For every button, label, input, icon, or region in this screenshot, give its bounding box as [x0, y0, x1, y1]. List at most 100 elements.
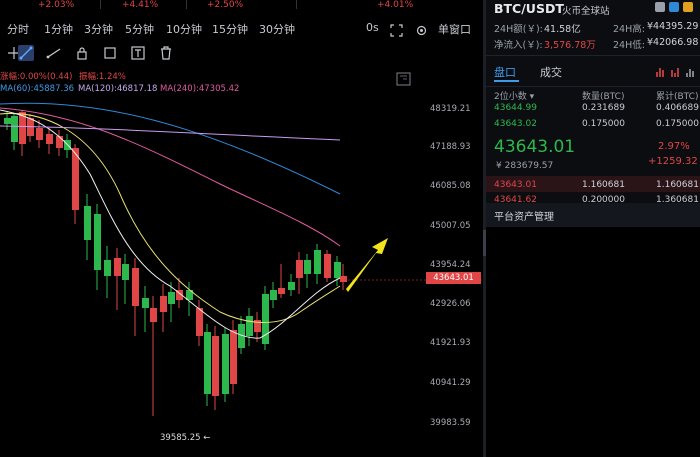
ma-short-line — [0, 112, 341, 323]
candle-body[interactable] — [56, 136, 63, 148]
candle-body[interactable] — [222, 334, 229, 394]
tab-orderbook[interactable]: 盘口 — [494, 64, 516, 80]
bar-chart-icon[interactable] — [671, 63, 681, 77]
candle-body[interactable] — [230, 330, 237, 384]
ask-qty: 0.175000 — [582, 119, 625, 129]
compare-icon[interactable] — [669, 2, 679, 12]
settings-gear-icon[interactable] — [415, 22, 428, 36]
volume-label: 24H额(￥): — [494, 24, 543, 35]
drawing-toolbar — [0, 42, 483, 64]
candle-body[interactable] — [288, 282, 295, 290]
candle-body[interactable] — [246, 316, 253, 336]
text-tool-icon[interactable] — [130, 45, 146, 61]
candle-body[interactable] — [122, 264, 129, 280]
ask-total: 0.175000 — [656, 119, 699, 129]
trash-icon[interactable] — [158, 45, 174, 61]
candle-body[interactable] — [204, 332, 211, 394]
candle-body[interactable] — [304, 260, 311, 274]
bid-price[interactable]: 43643.01 — [494, 180, 537, 190]
candle-body[interactable] — [324, 254, 331, 278]
single-window-button[interactable]: 单窗口 — [438, 21, 471, 37]
chart-expand-icon-lines — [400, 75, 407, 80]
ask-price[interactable]: 43643.02 — [494, 119, 537, 129]
candle-body[interactable] — [4, 118, 11, 124]
symbol-title: BTC/USDT — [494, 1, 564, 16]
candle-body[interactable] — [142, 298, 149, 308]
asset-management-label: 平台资产管理 — [494, 212, 554, 223]
high-label: 24H高: — [613, 24, 645, 35]
tf-10min[interactable]: 10分钟 — [166, 21, 202, 37]
last-price-cny: ¥ 283679.57 — [496, 161, 554, 171]
precision-select[interactable]: 2位小数 ▾ — [494, 89, 534, 102]
candle-body[interactable] — [168, 292, 175, 304]
candle-body[interactable] — [340, 276, 347, 282]
share-icon[interactable] — [655, 2, 665, 12]
change-indicator: 涨幅:0.00%(0.44) — [0, 72, 73, 82]
tf-realtime[interactable]: 分时 — [7, 21, 29, 37]
tf-3min[interactable]: 3分钟 — [84, 21, 113, 37]
candle-body[interactable] — [270, 290, 277, 300]
bar-chart-icon[interactable] — [686, 63, 696, 77]
last-price: 43643.01 — [494, 137, 576, 157]
ticker-change-1[interactable]: +2.03% — [38, 0, 74, 10]
tf-30min[interactable]: 30分钟 — [259, 21, 295, 37]
ticker-separator — [296, 0, 297, 9]
favorite-icon[interactable] — [683, 2, 693, 12]
candle-body[interactable] — [94, 214, 101, 270]
candle-body[interactable] — [84, 206, 91, 240]
trendline-tool-icon[interactable] — [18, 45, 34, 61]
qty-header: 数量(BTC) — [582, 92, 625, 102]
bid-row-clipped: 43641.62 0.200000 1.360681 — [486, 193, 700, 203]
candle-body[interactable] — [104, 260, 111, 276]
ma60-line — [0, 102, 341, 195]
candle-body[interactable] — [296, 260, 303, 278]
candle-body[interactable] — [150, 308, 157, 322]
ticker-change-3[interactable]: +2.50% — [207, 0, 243, 10]
low-price-value: 39585.25 — [160, 433, 201, 443]
price-axis-label: 47188.93 — [430, 142, 471, 152]
yellow-arrow-annotation — [346, 238, 388, 292]
price-axis-label: 45007.05 — [430, 221, 471, 231]
ticker-change-4[interactable]: +4.01% — [377, 0, 413, 10]
candle-body[interactable] — [160, 296, 167, 312]
candlestick-chart[interactable] — [0, 64, 483, 457]
tabs-divider — [486, 86, 700, 87]
ma60-indicator: MA(60):45887.36 — [0, 84, 75, 94]
ask-total: 0.406689 — [656, 103, 699, 113]
low-value: ¥42066.98 — [647, 37, 699, 48]
bid-qty: 0.200000 — [582, 195, 625, 203]
ray-tool-icon[interactable] — [46, 45, 62, 61]
tab-trades[interactable]: 成交 — [540, 64, 562, 80]
bid-price[interactable]: 43641.62 — [494, 195, 537, 203]
exchange-name[interactable]: 火币全球站 — [562, 3, 610, 17]
chart-panel: +2.03% +4.41% +2.50% +4.01% 分时 1分钟 3分钟 5… — [0, 0, 483, 457]
ticker-change-2[interactable]: +4.41% — [122, 0, 158, 10]
candle-body[interactable] — [196, 308, 203, 336]
bid-qty: 1.160681 — [582, 180, 625, 190]
interval-label[interactable]: 0s — [366, 21, 379, 34]
ask-price[interactable]: 43644.99 — [494, 103, 537, 113]
rectangle-tool-icon[interactable] — [102, 45, 118, 61]
bar-chart-icon[interactable] — [656, 63, 666, 77]
ma120-line — [0, 107, 341, 247]
candle-group — [4, 110, 347, 416]
candle-body[interactable] — [36, 128, 43, 140]
tf-15min[interactable]: 15分钟 — [212, 21, 248, 37]
candle-body[interactable] — [46, 134, 53, 144]
lock-icon[interactable] — [74, 45, 90, 61]
price-axis-label: 46085.08 — [430, 181, 471, 191]
tab-active-underline — [494, 80, 519, 82]
fullscreen-icon[interactable] — [390, 22, 403, 37]
timeframe-bar: 分时 1分钟 3分钟 5分钟 10分钟 15分钟 30分钟 0s 单窗口 — [0, 17, 483, 41]
tf-5min[interactable]: 5分钟 — [125, 21, 154, 37]
candle-body[interactable] — [114, 258, 121, 276]
tf-1min[interactable]: 1分钟 — [44, 21, 73, 37]
asset-management-bar[interactable]: 平台资产管理 — [486, 203, 700, 227]
candle-body[interactable] — [334, 262, 341, 278]
bid-total: 1.360681 — [656, 195, 699, 203]
candle-body[interactable] — [278, 288, 285, 294]
candle-body[interactable] — [314, 250, 321, 274]
candle-body[interactable] — [132, 268, 139, 306]
candle-body[interactable] — [11, 116, 18, 142]
candle-body[interactable] — [212, 336, 219, 396]
